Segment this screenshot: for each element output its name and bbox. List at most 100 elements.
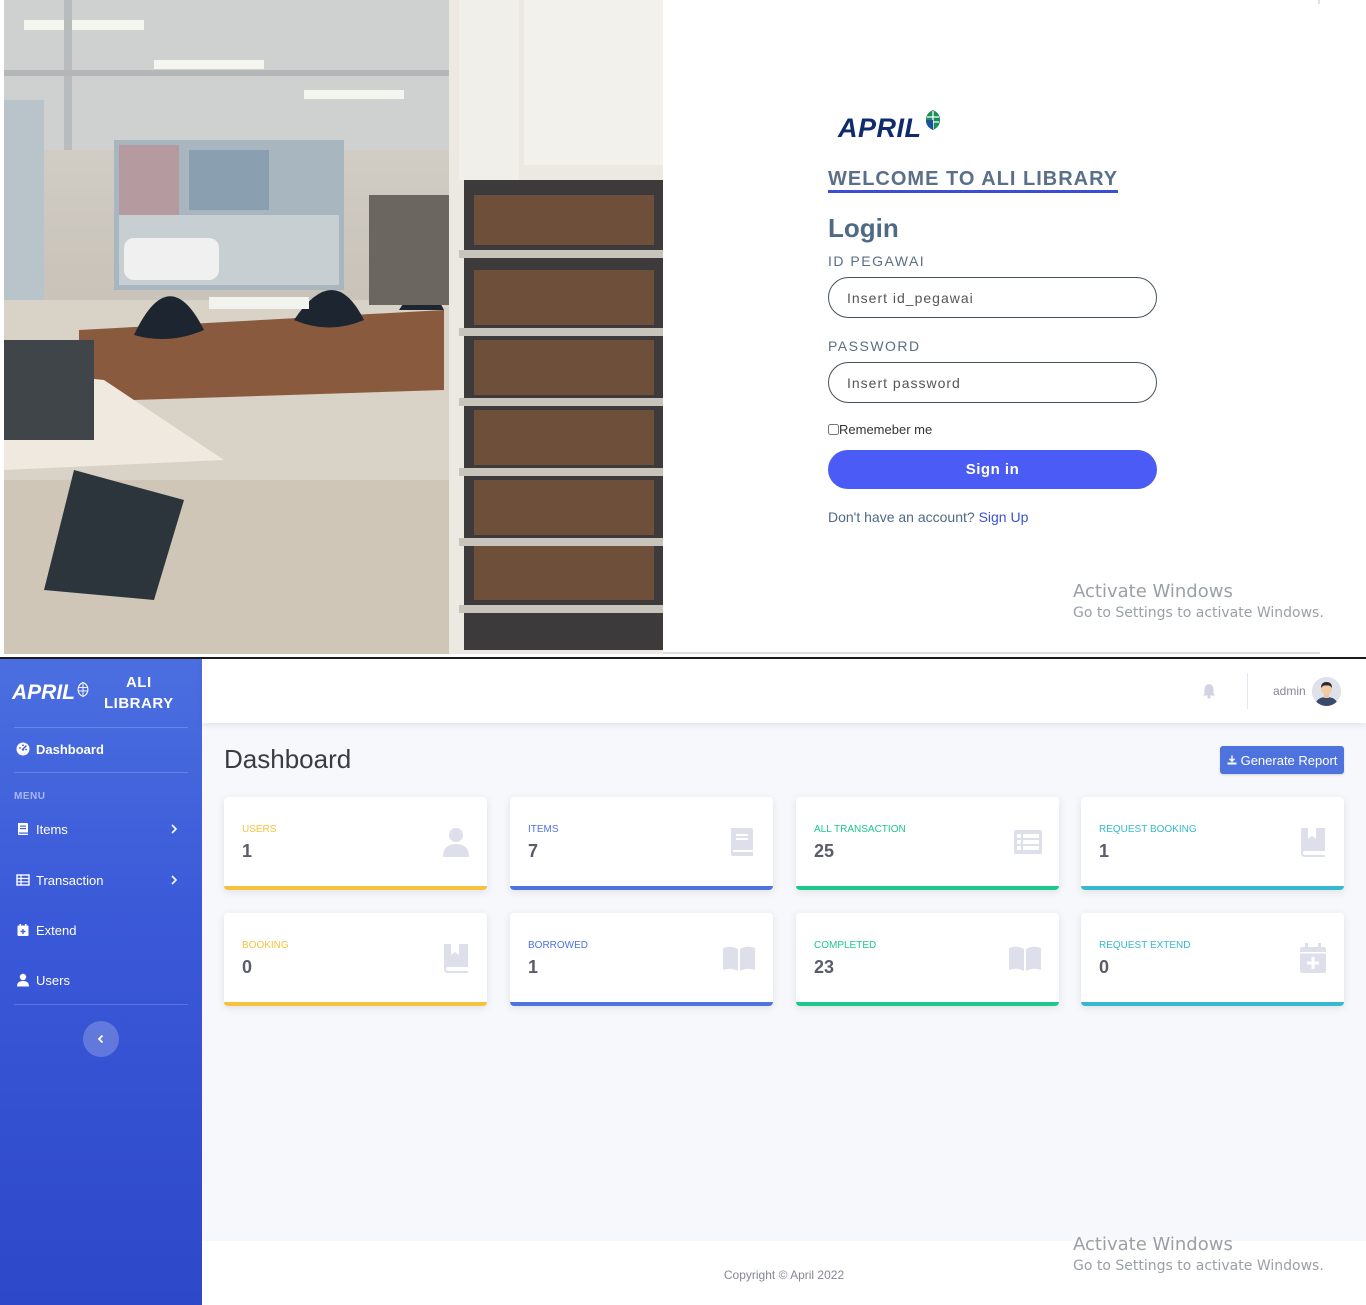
card-label: REQUEST BOOKING: [1099, 824, 1197, 835]
topbar-divider: [1247, 673, 1248, 709]
leaf-logo-icon: [77, 681, 89, 697]
stat-card-users: USERS 1: [224, 797, 487, 890]
sidebar-divider: [14, 727, 188, 728]
generate-report-button[interactable]: Generate Report: [1220, 746, 1344, 774]
calendar-plus-icon: [17, 924, 29, 936]
id-pegawai-input[interactable]: [828, 277, 1157, 318]
sidebar-brand[interactable]: APRIL ALI LIBRARY: [0, 659, 202, 727]
card-value: 1: [528, 957, 539, 977]
card-value: 1: [242, 841, 253, 861]
card-label: BOOKING: [242, 940, 289, 951]
download-icon: [1227, 755, 1237, 765]
stat-card-request-extend: REQUEST EXTEND 0: [1081, 913, 1344, 1006]
card-value: 1: [1099, 841, 1110, 861]
activate-windows-title: Activate Windows: [1073, 581, 1233, 602]
brand-name-line1: ALI: [125, 674, 152, 691]
april-logo: APRIL: [838, 108, 943, 142]
card-label: ITEMS: [528, 824, 559, 835]
sidebar-logo-text: APRIL: [12, 681, 75, 704]
open-book-icon: [723, 946, 755, 971]
avatar-image: [1312, 677, 1341, 706]
card-value: 23: [814, 957, 835, 977]
remember-me-checkbox[interactable]: [828, 424, 839, 435]
tachometer-icon: [16, 742, 30, 756]
stat-card-completed: COMPLETED 23: [796, 913, 1059, 1006]
book-icon: [18, 823, 28, 835]
card-label: USERS: [242, 824, 277, 835]
card-value: 7: [528, 841, 539, 861]
page-title: Dashboard: [224, 744, 352, 774]
sidebar-item-label: Extend: [36, 922, 77, 938]
password-label: PASSWORD: [828, 338, 921, 354]
sidebar-item-users[interactable]: Users: [0, 969, 202, 991]
stat-card-request-booking: REQUEST BOOKING 1: [1081, 797, 1344, 890]
sidebar-toggle-button[interactable]: [83, 1021, 119, 1057]
list-icon: [1014, 830, 1042, 854]
login-screen: APRIL WELCOME TO ALI LIBRARY Login ID PE…: [0, 0, 1366, 657]
activate-windows-subtitle: Go to Settings to activate Windows.: [1073, 1258, 1324, 1274]
leaf-logo-icon: [925, 110, 940, 130]
password-input[interactable]: [828, 362, 1157, 403]
stat-card-borrowed: BORROWED 1: [510, 913, 773, 1006]
sign-up-link[interactable]: Sign Up: [979, 509, 1029, 525]
sidebar-menu-heading: MENU: [14, 791, 46, 802]
bell-icon[interactable]: [1202, 683, 1216, 699]
activate-windows-watermark: Activate Windows Go to Settings to activ…: [1073, 1234, 1324, 1274]
user-icon: [17, 973, 29, 987]
sidebar-item-dashboard[interactable]: Dashboard: [0, 738, 202, 760]
activate-windows-title: Activate Windows: [1073, 1234, 1233, 1255]
bookmark-book-icon: [444, 944, 468, 973]
sign-in-button[interactable]: Sign in: [828, 450, 1157, 489]
sidebar-item-extend[interactable]: Extend: [0, 919, 202, 941]
sidebar-divider: [14, 1004, 188, 1005]
user-icon: [443, 828, 469, 857]
library-photo: [4, 0, 663, 654]
sidebar-item-label: Transaction: [36, 872, 104, 888]
welcome-title: WELCOME TO ALI LIBRARY: [828, 168, 1119, 193]
sidebar-brand-name: ALI LIBRARY: [104, 672, 174, 714]
card-label: REQUEST EXTEND: [1099, 940, 1191, 951]
sidebar-item-transaction[interactable]: Transaction: [0, 869, 202, 891]
sidebar-item-label: Users: [36, 972, 70, 988]
chevron-right-icon: [171, 824, 178, 834]
user-name[interactable]: admin: [1273, 684, 1306, 698]
book-icon: [731, 828, 753, 856]
activate-windows-subtitle: Go to Settings to activate Windows.: [1073, 605, 1324, 621]
card-label: ALL TRANSACTION: [814, 824, 906, 835]
logo-text: APRIL: [838, 113, 922, 143]
activate-windows-watermark: Activate Windows Go to Settings to activ…: [1073, 581, 1324, 621]
signup-prompt: Don't have an account? Sign Up: [828, 509, 1028, 525]
open-book-icon: [1009, 946, 1041, 971]
chevron-right-icon: [171, 875, 178, 885]
stat-card-items: ITEMS 7: [510, 797, 773, 890]
login-frame-corner: [1318, 0, 1320, 4]
chevron-left-icon: [97, 1034, 104, 1044]
signup-prompt-text: Don't have an account?: [828, 509, 975, 525]
card-value: 0: [1099, 957, 1110, 977]
sidebar-item-label: Items: [36, 821, 68, 837]
remember-me[interactable]: Rememeber me: [828, 422, 932, 437]
topbar: admin: [202, 659, 1366, 723]
bookmark-book-icon: [1301, 828, 1325, 857]
remember-me-label: Rememeber me: [839, 422, 933, 437]
brand-name-line2: LIBRARY: [104, 695, 174, 712]
sidebar: APRIL ALI LIBRARY Dashboard MENU Items T…: [0, 659, 202, 1305]
card-label: BORROWED: [528, 940, 588, 951]
library-photo-illustration: [4, 0, 663, 654]
sidebar-item-label: Dashboard: [36, 741, 104, 757]
sidebar-divider: [14, 772, 188, 773]
card-value: 0: [242, 957, 253, 977]
avatar[interactable]: [1312, 677, 1341, 706]
calendar-plus-icon: [1300, 943, 1326, 973]
card-label: COMPLETED: [814, 940, 877, 951]
generate-report-label: Generate Report: [1240, 752, 1338, 768]
dashboard-screen: APRIL ALI LIBRARY Dashboard MENU Items T…: [0, 659, 1366, 1305]
stat-card-booking: BOOKING 0: [224, 913, 487, 1006]
sidebar-item-items[interactable]: Items: [0, 818, 202, 840]
id-pegawai-label: ID PEGAWAI: [828, 253, 926, 269]
login-heading: Login: [828, 213, 899, 243]
stat-card-all-transaction: ALL TRANSACTION 25: [796, 797, 1059, 890]
card-value: 25: [814, 841, 835, 861]
table-icon: [16, 874, 30, 886]
login-frame-edge: [663, 652, 1320, 654]
